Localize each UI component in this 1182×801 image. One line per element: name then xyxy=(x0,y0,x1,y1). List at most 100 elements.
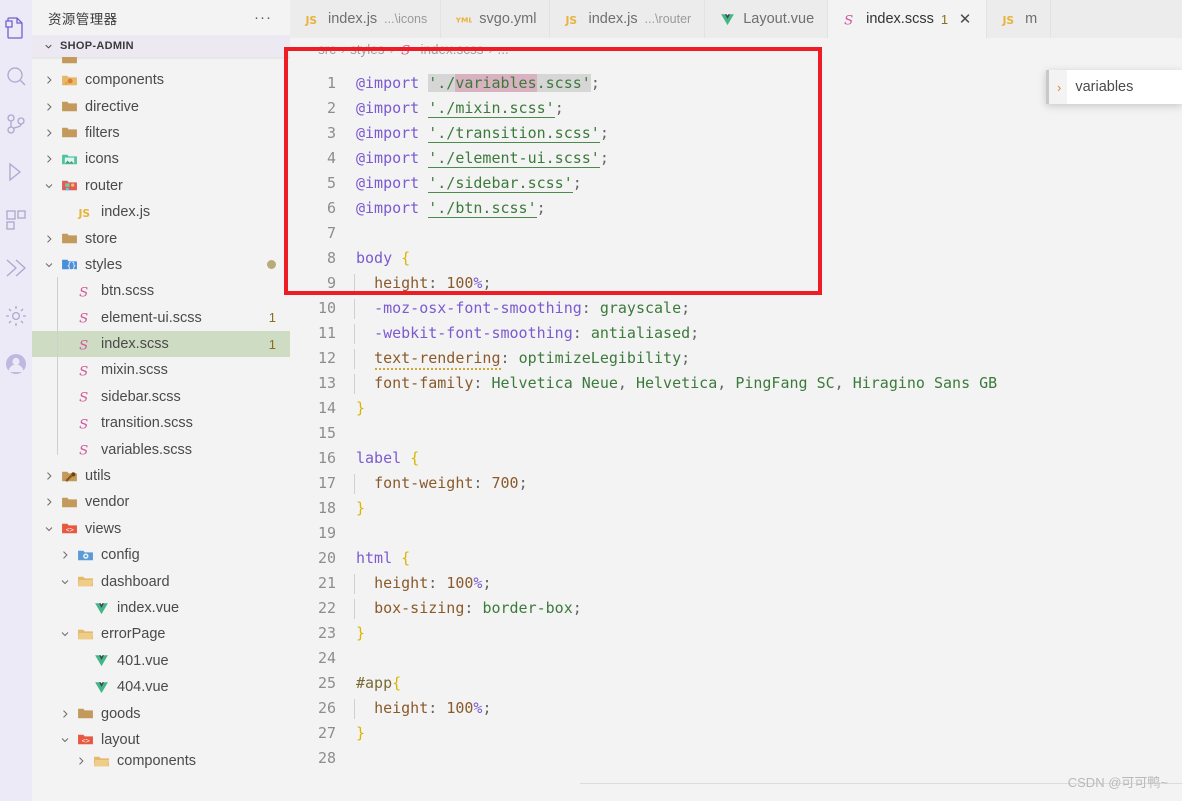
explorer-section-shop-admin[interactable]: SHOP-ADMIN xyxy=(32,35,290,57)
code-line-text[interactable]: @import './variables.scss'; xyxy=(354,71,600,96)
tree-item-mixin-scss[interactable]: Smixin.scss xyxy=(32,357,290,383)
code-line-text[interactable]: @import './sidebar.scss'; xyxy=(354,171,582,196)
chevron-right-icon[interactable] xyxy=(40,74,58,86)
editor-tab-index-js[interactable]: JS index.js ...\icons xyxy=(290,0,442,38)
activity-explorer-icon[interactable] xyxy=(0,4,32,52)
code-line-text[interactable]: } xyxy=(354,496,365,521)
code-line[interactable]: 12 text-rendering: optimizeLegibility; xyxy=(290,346,1182,371)
tree-item-directive[interactable]: directive xyxy=(32,93,290,119)
code-line[interactable]: 4 @import './element-ui.scss'; xyxy=(290,146,1182,171)
code-line-text[interactable]: @import './transition.scss'; xyxy=(354,121,609,146)
code-line-text[interactable]: } xyxy=(354,621,365,646)
activity-extensions-icon[interactable] xyxy=(0,196,32,244)
tree-item-filters[interactable]: filters xyxy=(32,120,290,146)
chevron-right-icon[interactable] xyxy=(56,549,74,561)
chevron-down-icon[interactable] xyxy=(40,259,58,271)
code-line[interactable]: 3 @import './transition.scss'; xyxy=(290,121,1182,146)
code-line[interactable]: 18} xyxy=(290,496,1182,521)
code-line-text[interactable]: text-rendering: optimizeLegibility; xyxy=(354,346,690,371)
tree-item-errorpage[interactable]: errorPage xyxy=(32,621,290,647)
code-line-text[interactable]: @import './mixin.scss'; xyxy=(354,96,564,121)
tree-item-404-vue[interactable]: 404.vue xyxy=(32,674,290,700)
code-line[interactable]: 9 height: 100%; xyxy=(290,271,1182,296)
tree-item-btn-scss[interactable]: Sbtn.scss xyxy=(32,278,290,304)
tree-item-index-scss[interactable]: Sindex.scss 1 xyxy=(32,330,290,358)
editor-tab-bar[interactable]: JS index.js ...\icons YML svgo.yml JS index.js… xyxy=(290,0,1182,38)
tree-item-element-ui-scss[interactable]: Selement-ui.scss 1 xyxy=(32,305,290,331)
activity-vetur-icon[interactable] xyxy=(0,244,32,292)
activity-account-icon[interactable] xyxy=(0,340,32,388)
code-line-text[interactable]: box-sizing: border-box; xyxy=(354,596,582,621)
tree-item-styles[interactable]: {} styles xyxy=(32,252,290,278)
editor-tab-index-js[interactable]: JS index.js ...\router xyxy=(550,0,706,38)
code-line[interactable]: 5 @import './sidebar.scss'; xyxy=(290,171,1182,196)
activity-gear-icon[interactable] xyxy=(0,292,32,340)
chevron-right-icon[interactable] xyxy=(40,153,58,165)
chevron-down-icon[interactable] xyxy=(56,576,74,588)
breadcrumb[interactable]: src › styles › Sindex.scss ›... xyxy=(290,38,1182,61)
chevron-down-icon[interactable] xyxy=(40,180,58,192)
tree-item-401-vue[interactable]: 401.vue xyxy=(32,648,290,674)
code-line-text[interactable]: body { xyxy=(354,246,410,271)
tree-item-config[interactable]: config xyxy=(32,542,290,568)
tree-item-store[interactable]: store xyxy=(32,225,290,251)
tree-item-icons[interactable]: icons xyxy=(32,146,290,172)
tree-item-variables-scss[interactable]: Svariables.scss xyxy=(32,436,290,462)
code-line[interactable]: 22 box-sizing: border-box; xyxy=(290,596,1182,621)
code-line-text[interactable]: @import './btn.scss'; xyxy=(354,196,546,221)
tree-item-router[interactable]: router xyxy=(32,173,290,199)
chevron-right-icon[interactable] xyxy=(72,755,90,767)
code-line[interactable]: 27} xyxy=(290,721,1182,746)
tree-item-components[interactable]: components xyxy=(32,67,290,93)
tree-item-dashboard[interactable]: dashboard xyxy=(32,568,290,594)
code-line[interactable]: 24 xyxy=(290,646,1182,671)
chevron-down-icon[interactable] xyxy=(56,628,74,640)
code-line-text[interactable]: } xyxy=(354,396,365,421)
code-line-text[interactable]: -moz-osx-font-smoothing: grayscale; xyxy=(354,296,690,321)
activity-search-icon[interactable] xyxy=(0,52,32,100)
code-line[interactable]: 23} xyxy=(290,621,1182,646)
code-line[interactable]: 16 label { xyxy=(290,446,1182,471)
tree-item-transition-scss[interactable]: Stransition.scss xyxy=(32,410,290,436)
code-line-text[interactable]: #app{ xyxy=(354,671,401,696)
tree-item-index-vue[interactable]: index.vue xyxy=(32,595,290,621)
chevron-right-icon[interactable] xyxy=(40,470,58,482)
chevron-right-icon[interactable] xyxy=(56,708,74,720)
tree-item-vendor[interactable]: vendor xyxy=(32,489,290,515)
code-line-text[interactable]: height: 100%; xyxy=(354,271,491,296)
code-line[interactable]: 20 html { xyxy=(290,546,1182,571)
code-line[interactable]: 15 xyxy=(290,421,1182,446)
code-lines[interactable]: 1 @import './variables.scss'; 2 @import './… xyxy=(290,71,1182,771)
editor-tab-svgo-yml[interactable]: YML svgo.yml xyxy=(441,0,551,38)
breadcrumb-item[interactable]: src xyxy=(318,42,336,57)
activity-run-debug-icon[interactable] xyxy=(0,148,32,196)
chevron-right-icon[interactable] xyxy=(40,496,58,508)
tree-item-sidebar-scss[interactable]: Ssidebar.scss xyxy=(32,384,290,410)
code-line[interactable]: 26 height: 100%; xyxy=(290,696,1182,721)
code-line-text[interactable]: html { xyxy=(354,546,410,571)
chevron-down-icon[interactable] xyxy=(56,734,74,746)
code-line-text[interactable]: font-family: Helvetica Neue, Helvetica, … xyxy=(354,371,997,396)
code-line[interactable]: 19 xyxy=(290,521,1182,546)
code-line[interactable]: 21 height: 100%; xyxy=(290,571,1182,596)
code-editor[interactable]: 1 @import './variables.scss'; 2 @import './… xyxy=(290,61,1182,801)
code-line[interactable]: 10 -moz-osx-font-smoothing: grayscale; xyxy=(290,296,1182,321)
code-line-text[interactable]: } xyxy=(354,721,365,746)
tree-item-layout[interactable]: <> layout xyxy=(32,727,290,753)
editor-tab-layout-vue[interactable]: Layout.vue xyxy=(705,0,829,38)
code-line-text[interactable]: -webkit-font-smoothing: antialiased; xyxy=(354,321,699,346)
code-line[interactable]: 25 #app{ xyxy=(290,671,1182,696)
code-line[interactable]: 6 @import './btn.scss'; xyxy=(290,196,1182,221)
code-line-text[interactable]: label { xyxy=(354,446,419,471)
breadcrumb-item[interactable]: ... xyxy=(498,42,509,57)
code-line[interactable]: 7 xyxy=(290,221,1182,246)
chevron-right-icon[interactable] xyxy=(40,127,58,139)
chevron-right-icon[interactable] xyxy=(40,233,58,245)
code-line-text[interactable]: font-weight: 700; xyxy=(354,471,528,496)
tree-item-views[interactable]: <> views xyxy=(32,516,290,542)
tree-item-index-js[interactable]: JS index.js xyxy=(32,199,290,225)
code-line[interactable]: 13 font-family: Helvetica Neue, Helvetic… xyxy=(290,371,1182,396)
code-line[interactable]: 11 -webkit-font-smoothing: antialiased; xyxy=(290,321,1182,346)
explorer-more-actions-button[interactable]: ··· xyxy=(254,10,272,25)
hover-popup-variables[interactable]: › variables xyxy=(1046,70,1182,104)
